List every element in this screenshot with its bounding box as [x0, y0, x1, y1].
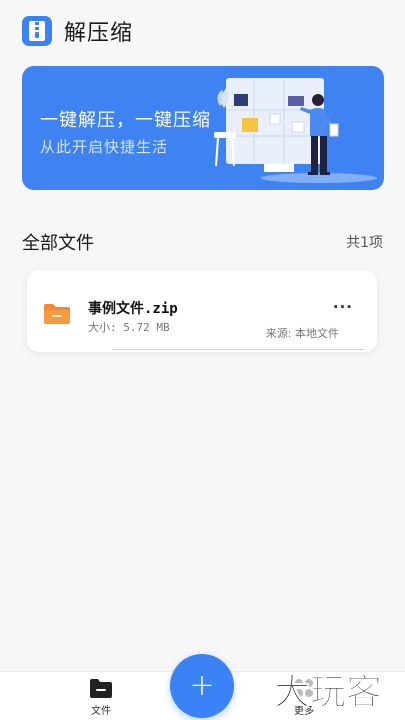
file-size: 大小: 5.72 MB [88, 321, 170, 334]
file-count: 共1项 [346, 235, 383, 251]
file-name: 事例文件.zip [88, 301, 178, 317]
more-options-button[interactable]: ··· [333, 298, 353, 316]
nav-files-label: 文件 [91, 706, 111, 717]
watermark-text: 大玩客 [274, 672, 382, 713]
app-title: 解压缩 [64, 21, 134, 46]
watermark-logo: 大玩客 [274, 672, 383, 714]
section-title: 全部文件 [22, 233, 94, 254]
card-divider [112, 349, 365, 350]
add-file-button[interactable]: + [170, 654, 234, 718]
screen: 解压缩 一键解压，一键压缩 从此开启快捷生活 全部文件 共1项 事例文件.zip… [0, 0, 405, 720]
whiteboard-illustration [214, 78, 377, 183]
file-card[interactable]: 事例文件.zip 大小: 5.72 MB 来源: 本地文件 ··· [27, 270, 377, 352]
nav-item-files[interactable]: 文件 [82, 677, 120, 719]
file-source: 来源: 本地文件 [265, 327, 339, 340]
banner-title: 一键解压，一键压缩 [40, 110, 211, 131]
folder-icon [44, 304, 70, 324]
zip-archive-icon [22, 16, 52, 46]
promo-banner[interactable]: 一键解压，一键压缩 从此开启快捷生活 [22, 66, 384, 190]
folder-icon [90, 679, 112, 698]
banner-subtitle: 从此开启快捷生活 [40, 138, 169, 156]
app-header: 解压缩 [22, 14, 133, 48]
